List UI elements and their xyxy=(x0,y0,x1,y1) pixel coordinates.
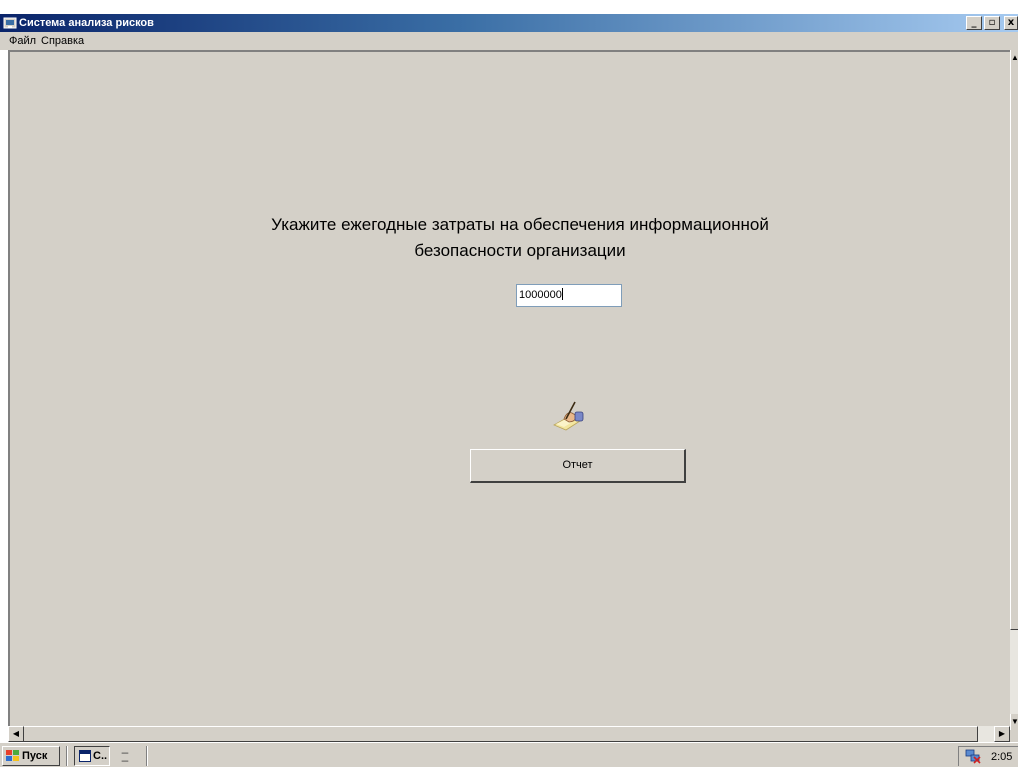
maximize-button[interactable]: ▫ xyxy=(984,16,1000,30)
taskbar: Пуск С.. – – 2:05 xyxy=(0,742,1018,767)
taskbar-separator xyxy=(66,746,68,766)
report-button[interactable]: Отчет xyxy=(470,449,686,483)
title-bar[interactable]: Система анализа рисков _ ▫ x xyxy=(0,14,1018,32)
annual-cost-input[interactable]: 1000000 xyxy=(516,284,622,307)
scroll-down-icon[interactable]: ▼ xyxy=(1010,714,1018,730)
menu-bar: Файл Справка xyxy=(0,32,1018,50)
menu-file[interactable]: Файл xyxy=(9,35,36,48)
scroll-right-icon[interactable]: ▶ xyxy=(994,726,1010,742)
prompt-line-1: Укажите ежегодные затраты на обеспечения… xyxy=(271,215,769,234)
toolbar-grip-icon[interactable]: – – xyxy=(118,746,132,766)
annual-cost-value: 1000000 xyxy=(519,289,562,301)
scroll-up-icon[interactable]: ▲ xyxy=(1010,50,1018,66)
horizontal-scroll-thumb[interactable] xyxy=(24,726,978,742)
client-area: Укажите ежегодные затраты на обеспечения… xyxy=(8,50,1018,742)
start-label: Пуск xyxy=(22,750,48,762)
app-window-icon xyxy=(79,750,91,762)
window-title: Система анализа рисков xyxy=(19,17,154,29)
report-button-label: Отчет xyxy=(562,459,593,471)
prompt-line-2: безопасности организации xyxy=(414,241,626,260)
scroll-left-icon[interactable]: ◀ xyxy=(8,726,24,742)
windows-flag-icon xyxy=(6,750,19,761)
menu-help[interactable]: Справка xyxy=(41,35,84,48)
network-icon[interactable] xyxy=(965,749,981,764)
system-tray: 2:05 xyxy=(958,746,1018,766)
taskbar-window-label: С.. xyxy=(93,750,108,762)
writing-hand-icon xyxy=(553,401,584,431)
close-button[interactable]: x xyxy=(1004,16,1018,30)
taskbar-window-button[interactable]: С.. xyxy=(74,746,110,766)
start-button[interactable]: Пуск xyxy=(2,746,60,766)
text-cursor xyxy=(561,288,563,300)
minimize-button[interactable]: _ xyxy=(966,16,982,30)
taskbar-separator xyxy=(146,746,148,766)
clock: 2:05 xyxy=(991,751,1013,763)
horizontal-scrollbar[interactable]: ◀ ▶ xyxy=(8,726,1010,742)
minimize-icon: _ xyxy=(971,17,977,28)
app-icon xyxy=(3,17,17,29)
vertical-scrollbar[interactable]: ▲ ▼ xyxy=(1010,50,1018,730)
budget-prompt: Укажите ежегодные затраты на обеспечения… xyxy=(170,212,870,264)
vertical-scroll-thumb[interactable] xyxy=(1010,66,1018,630)
restore-icon: ▫ xyxy=(988,17,996,28)
close-icon: x xyxy=(1007,17,1015,28)
